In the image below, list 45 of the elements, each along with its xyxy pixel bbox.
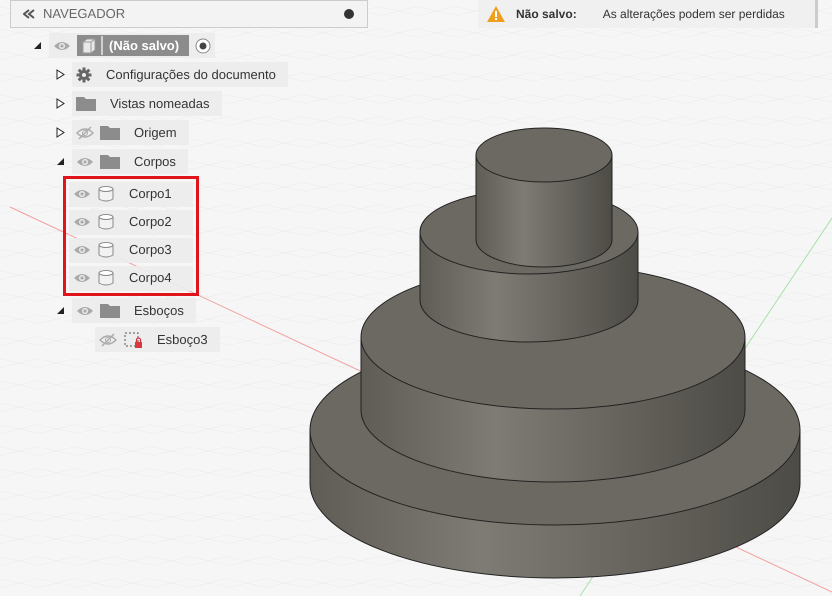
folder-icon	[100, 125, 120, 140]
folder-icon	[76, 96, 96, 111]
item-label: Configurações do documento	[105, 66, 277, 84]
cylinder-icon	[97, 241, 115, 259]
tree-item[interactable]: Corpo1	[69, 182, 193, 206]
caret-icon[interactable]	[33, 41, 42, 50]
tree-item[interactable]: Origem	[72, 120, 189, 145]
tree-item[interactable]: Vistas nomeadas	[72, 91, 222, 116]
radio-button[interactable]	[195, 38, 212, 54]
tree-item[interactable]: Esboço3	[95, 327, 220, 352]
caret-icon[interactable]	[56, 306, 65, 315]
tree-item[interactable]: Corpos	[72, 149, 188, 174]
caret-icon[interactable]	[56, 127, 65, 138]
item-label: Corpos	[133, 152, 177, 171]
caret-icon[interactable]	[56, 157, 65, 166]
item-label: Esboço3	[156, 330, 209, 349]
notice-title: Não salvo:	[516, 6, 577, 23]
tree-item[interactable]: Corpo2	[69, 210, 193, 234]
item-label: Origem	[133, 124, 178, 142]
item-label: Corpo1	[128, 185, 173, 204]
item-label: Esboços	[133, 302, 185, 320]
gear-icon	[76, 66, 92, 82]
pin-icon[interactable]	[343, 8, 355, 20]
item-label: Corpo3	[128, 241, 173, 260]
item-label: Corpo4	[128, 269, 173, 288]
sketch-icon	[123, 330, 143, 348]
caret-icon[interactable]	[56, 69, 65, 80]
tree-item[interactable]: Corpo4	[69, 266, 193, 290]
cylinder-icon	[97, 213, 115, 231]
collapse-icon[interactable]	[23, 9, 35, 19]
component-name: (Não salvo)	[101, 36, 186, 56]
notice-message: As alterações podem ser perdidas	[602, 6, 785, 23]
cube-icon	[81, 38, 97, 54]
warning-icon	[486, 5, 506, 23]
caret-icon[interactable]	[56, 98, 65, 109]
item-label: Corpo2	[128, 213, 173, 232]
cylinder-icon	[97, 185, 115, 203]
panel-title: NAVEGADOR	[43, 5, 126, 24]
item-label: Vistas nomeadas	[109, 94, 210, 113]
tree-item[interactable]: Configurações do documento	[72, 62, 288, 87]
cylinder-icon	[97, 269, 115, 287]
tree-item[interactable]: Corpo3	[69, 238, 193, 262]
folder-icon	[100, 154, 120, 169]
tree-item[interactable]: Esboços	[72, 298, 196, 323]
folder-icon	[100, 303, 120, 318]
